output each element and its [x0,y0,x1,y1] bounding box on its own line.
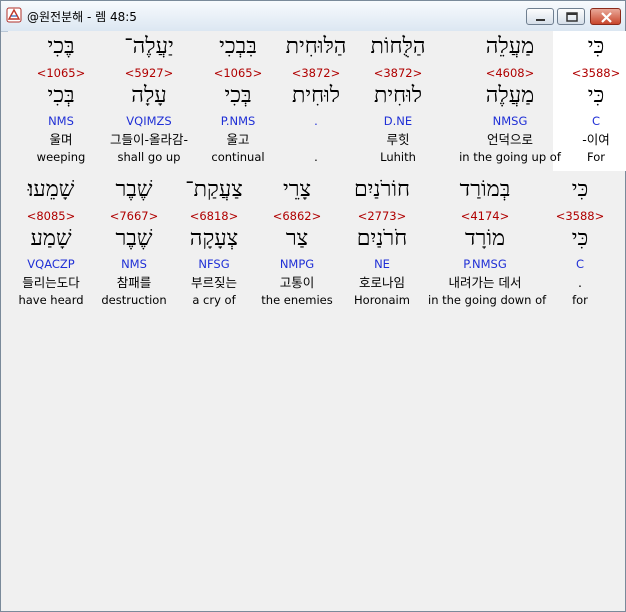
parse-code: C [575,257,585,271]
strongs-number[interactable]: <3872> [355,66,441,80]
korean-gloss: 호로나임 [358,275,405,290]
hebrew-lemma: מַעֲלֶה [485,83,535,108]
hebrew-lemma: שָׁמַע [30,226,72,251]
word-cell[interactable]: שָׁמֵעוּ׃ <8085> שָׁמַע VQACZP 들리는도다 hav… [8,174,94,314]
korean-gloss: . [578,275,582,290]
parse-code: P.NMS [220,114,256,128]
strongs-number[interactable]: <3588> [553,66,626,80]
parse-code: C [591,114,601,128]
word-cell[interactable]: בֶּכִי <1065> בְּכִי NMS 울며 weeping [18,31,104,171]
hebrew-word: צַעֲקַת־ [185,177,243,202]
close-button[interactable] [590,8,621,25]
app-window: @원전분해 - 렘 48:5 כִּי <3588> כִּי C -이여 Fo… [0,0,626,612]
word-cell[interactable]: מַעֲלֵה <4608> מַעֲלֶה NMSG 언덕으로 in the … [459,31,561,171]
hebrew-lemma: שֶׁבֶר [115,226,153,251]
hebrew-word: צָרֵי [282,177,312,202]
hebrew-lemma: כִּי [587,83,605,108]
hebrew-word: יַעֲלֶה־ [124,34,174,59]
hebrew-word: שֶׁבֶר [115,177,153,202]
korean-gloss: 울고 [226,132,250,147]
hebrew-word: כִּי [587,34,605,59]
close-icon [601,12,612,23]
hebrew-word: בְּמוֹרַד [459,177,511,202]
english-gloss: in the going down of [428,293,547,307]
hebrew-lemma: עָלָה [131,83,167,108]
hebrew-lemma: מוֹרָד [464,226,506,251]
strongs-number[interactable]: <6818> [171,209,257,223]
hebrew-lemma: כִּי [571,226,589,251]
strongs-number[interactable]: <8085> [8,209,94,223]
word-cell[interactable]: כִּי <3588> כִּי C . for [537,174,623,314]
maximize-icon [566,12,578,22]
hebrew-word: מַעֲלֵה [485,34,535,59]
hebrew-lemma: לוּחִית [373,83,423,108]
korean-gloss: 내려가는 데서 [448,275,522,290]
app-bible-icon [6,7,22,23]
strongs-number[interactable]: <7667> [91,209,177,223]
strongs-number[interactable]: <4608> [467,66,553,80]
minimize-button[interactable] [526,8,554,25]
parse-code: . [314,114,318,128]
hebrew-word: הַלּוּחִית [285,34,347,59]
parse-code: VQACZP [27,257,75,271]
word-cell[interactable]: בְּמוֹרַד <4174> מוֹרָד P.NMSG 내려가는 데서 i… [428,174,546,314]
parse-code: NE [374,257,390,271]
parse-code: NMS [48,114,74,128]
parse-code: NMS [121,257,147,271]
strongs-number[interactable]: <2773> [339,209,425,223]
maximize-button[interactable] [557,8,585,25]
english-gloss: weeping [36,150,86,164]
hebrew-lemma: צַר [285,226,309,251]
hebrew-word: בִּבְכִי [219,34,257,59]
hebrew-lemma: חֹרֹנַיִם [356,226,408,251]
minimize-icon [536,19,545,21]
korean-gloss: 언덕으로 [486,132,533,147]
window-title: @원전분해 - 렘 48:5 [27,10,137,24]
parse-code: D.NE [383,114,413,128]
hebrew-word: בֶּכִי [47,34,75,59]
korean-gloss: 들리는도다 [22,275,80,290]
parse-code: P.NMSG [463,257,507,271]
hebrew-lemma: בְּכִי [224,83,252,108]
hebrew-lemma: בְּכִי [47,83,75,108]
hebrew-word: הַלֻּחוֹת [370,34,426,59]
strongs-number[interactable]: <4174> [442,209,528,223]
word-cell[interactable]: יַעֲלֶה־ <5927> עָלָה VQIMZS 그들이-올라감- sh… [106,31,192,171]
strongs-number[interactable]: <1065> [195,66,281,80]
hebrew-lemma: לוּחִית [291,83,341,108]
parse-code: VQIMZS [126,114,172,128]
strongs-number[interactable]: <3588> [537,209,623,223]
strongs-number[interactable]: <5927> [106,66,192,80]
hebrew-word: כִּי [571,177,589,202]
parse-code: NMSG [492,114,528,128]
parse-code: NMPG [279,257,315,271]
interlinear-panel: כִּי <3588> כִּי C -이여 For מַעֲלֵה <4608… [8,31,626,605]
parse-code: NFSG [198,257,230,271]
word-cell[interactable]: בִּבְכִי <1065> בְּכִי P.NMS 울고 continua… [195,31,281,171]
hebrew-word: שָׁמֵעוּ׃ [27,177,75,202]
title-bar[interactable]: @원전분해 - 렘 48:5 [1,1,625,32]
strongs-number[interactable]: <3872> [273,66,359,80]
strongs-number[interactable]: <1065> [18,66,104,80]
korean-gloss: 그들이-올라감- [109,132,189,147]
english-gloss: in the going up of [459,150,561,164]
hebrew-lemma: צְעָקָה [189,226,239,251]
hebrew-word: חוֹרֹנַיִם [353,177,411,202]
english-gloss: have heard [18,293,84,307]
korean-gloss: 루힛 [386,132,410,147]
korean-gloss: 울며 [49,132,73,147]
strongs-number[interactable]: <6862> [254,209,340,223]
